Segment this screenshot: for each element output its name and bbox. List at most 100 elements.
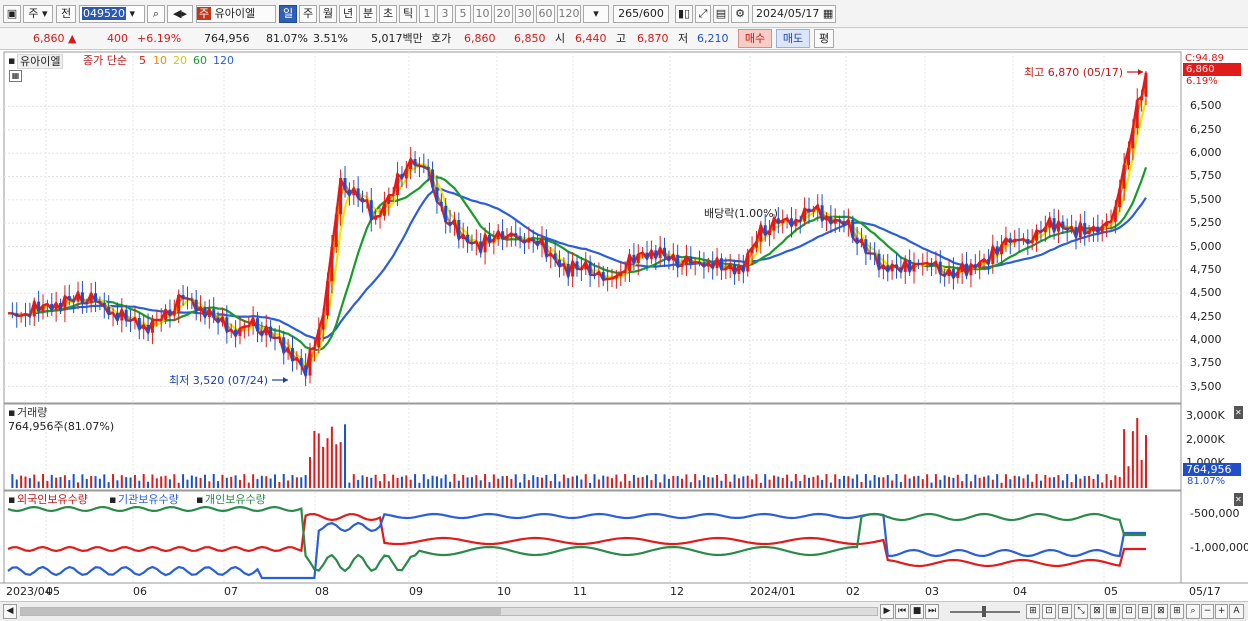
count-field[interactable]: 265/600	[613, 5, 669, 23]
candle-body	[649, 250, 653, 259]
candle-body	[54, 302, 58, 310]
layout-icon[interactable]: ▣	[3, 5, 21, 23]
tool-icon-2[interactable]: ⊡	[1042, 604, 1056, 619]
search-icon[interactable]: ⌕	[147, 5, 165, 23]
interval-5[interactable]: 5	[455, 5, 471, 23]
stock-name-field[interactable]: 주 유아이엘	[196, 5, 276, 23]
interval-30[interactable]: 30	[515, 5, 534, 23]
volume-bar	[904, 474, 907, 488]
volume-bar	[24, 476, 27, 488]
candle-body	[645, 252, 649, 259]
volume-bar	[116, 480, 119, 488]
candle-body	[1144, 72, 1148, 97]
date-field[interactable]: 2024/05/17 ▦	[752, 5, 836, 23]
panel-menu-icon[interactable]: ▪	[8, 54, 15, 67]
speaker-icon[interactable]: ◀▸	[167, 5, 193, 23]
candle-body	[260, 330, 264, 336]
candle-body	[680, 264, 684, 267]
price-panel-stock-label[interactable]: 유아이엘	[17, 54, 64, 69]
period-year[interactable]: 년	[339, 5, 357, 23]
candle-body	[444, 205, 448, 223]
volume-menu-icon[interactable]: ▪	[8, 406, 15, 419]
volume-bar	[1109, 480, 1112, 488]
stock-code-input[interactable]: 049520 ▾	[79, 5, 145, 23]
scroll-track[interactable]	[20, 607, 878, 616]
auto-scale-button[interactable]: A	[1229, 604, 1244, 619]
zoom-out-button[interactable]: −	[1201, 604, 1214, 619]
volume-bar	[295, 477, 298, 488]
tool-icon-8[interactable]: ⊟	[1138, 604, 1152, 619]
period-month[interactable]: 월	[319, 5, 337, 23]
zoom-slider-handle[interactable]	[982, 606, 986, 617]
volume-bar	[794, 474, 797, 488]
sell-button[interactable]: 매도	[776, 29, 810, 48]
grid-table-icon[interactable]: ▦	[9, 70, 22, 82]
stop-button[interactable]: ■	[910, 604, 924, 619]
tool-icon-4[interactable]: ⤡	[1074, 604, 1088, 619]
volume-bar	[440, 478, 443, 488]
price-tick-label: 4,500	[1190, 286, 1222, 300]
skip-end-button[interactable]: ⏭	[925, 604, 939, 619]
period-type-select[interactable]: 주 ▾	[23, 5, 53, 23]
settings-gear-icon[interactable]: ⚙	[731, 5, 749, 23]
magnifier-icon[interactable]: ⌕	[1186, 604, 1200, 619]
volume-bar	[549, 480, 552, 488]
volume-bar	[1101, 482, 1104, 488]
high-price: 6,870	[637, 32, 669, 45]
volume-bar	[1048, 477, 1051, 488]
tool-icon-5[interactable]: ⊠	[1090, 604, 1104, 619]
holdings-menu-icon[interactable]: ▪	[8, 493, 15, 506]
volume-bar	[523, 474, 526, 488]
volume-bar	[716, 474, 719, 488]
buy-button[interactable]: 매수	[738, 29, 772, 48]
candle-body	[890, 264, 894, 272]
interval-20[interactable]: 20	[494, 5, 513, 23]
volume-bar	[930, 482, 933, 488]
save-icon[interactable]: ▤	[713, 5, 729, 23]
volume-bar	[50, 474, 53, 488]
zoom-in-button[interactable]: +	[1215, 604, 1228, 619]
interval-3[interactable]: 3	[437, 5, 453, 23]
play-button[interactable]: ▶	[880, 604, 894, 619]
tool-icon-9[interactable]: ⊠	[1154, 604, 1168, 619]
volume-bar	[619, 481, 622, 488]
scroll-thumb[interactable]	[21, 608, 501, 615]
interval-10[interactable]: 10	[473, 5, 492, 23]
candle-body	[1043, 227, 1047, 233]
candle-body	[111, 312, 115, 315]
interval-dropdown[interactable]: ▾	[583, 5, 609, 23]
volume-bar	[164, 475, 167, 488]
calendar-icon[interactable]: ▦	[823, 7, 833, 20]
period-minute[interactable]: 분	[359, 5, 377, 23]
chart-type-icon[interactable]: ▮▯	[675, 5, 693, 23]
candle-body	[382, 203, 386, 216]
average-button[interactable]: 평	[814, 29, 834, 48]
tool-icon-10[interactable]: ⊞	[1170, 604, 1184, 619]
period-second[interactable]: 초	[379, 5, 397, 23]
prev-button[interactable]: 전	[56, 5, 76, 23]
interval-1[interactable]: 1	[419, 5, 435, 23]
tool-icon-6[interactable]: ⊞	[1106, 604, 1120, 619]
holdings-close-icon[interactable]: ✕	[1234, 493, 1243, 506]
volume-close-icon[interactable]: ✕	[1234, 406, 1243, 419]
volume-bar	[112, 474, 115, 488]
candle-body	[413, 158, 417, 166]
draw-tool-icon[interactable]: ⤢	[695, 5, 711, 23]
skip-start-button[interactable]: ⏮	[895, 604, 909, 619]
tool-icon-7[interactable]: ⊡	[1122, 604, 1136, 619]
stock-chart[interactable]	[0, 51, 1248, 601]
volume-bar	[926, 474, 929, 488]
volume-bar	[540, 477, 543, 488]
volume-bar	[860, 481, 863, 488]
tool-icon-3[interactable]: ⊟	[1058, 604, 1072, 619]
period-tick[interactable]: 틱	[399, 5, 417, 23]
scroll-left-arrow[interactable]: ◀	[3, 604, 17, 619]
candle-body	[1078, 223, 1082, 238]
volume-bar	[160, 476, 163, 488]
candle-body	[487, 234, 491, 243]
interval-120[interactable]: 120	[557, 5, 581, 23]
tool-icon-1[interactable]: ⊞	[1026, 604, 1040, 619]
period-day[interactable]: 일	[279, 5, 297, 23]
period-week[interactable]: 주	[299, 5, 317, 23]
interval-60[interactable]: 60	[536, 5, 555, 23]
